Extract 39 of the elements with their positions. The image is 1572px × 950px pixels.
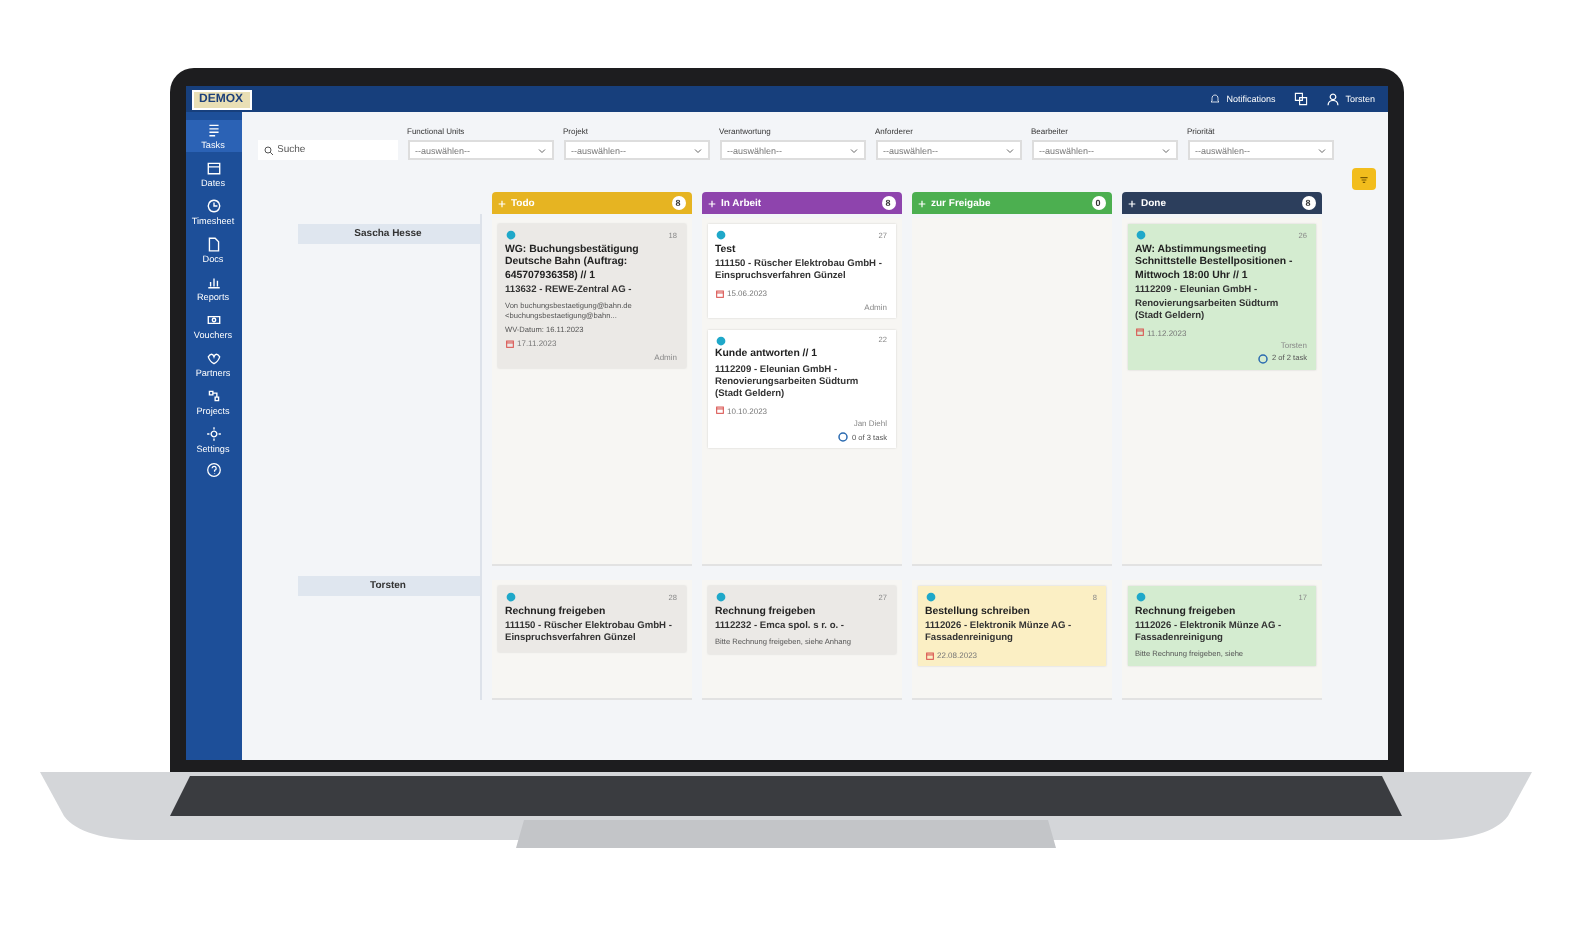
progress-ring-icon — [1258, 353, 1269, 364]
search-icon — [263, 145, 273, 155]
screens-icon[interactable] — [1293, 92, 1308, 106]
chevron-down-icon — [537, 147, 545, 153]
plus-icon[interactable] — [1127, 199, 1135, 207]
progress-ring-icon — [838, 432, 849, 443]
heart-icon — [205, 350, 221, 366]
filter-icon — [1357, 173, 1369, 185]
chevron-down-icon — [693, 147, 701, 153]
list-icon — [205, 122, 221, 138]
status-dot-icon — [505, 230, 515, 240]
plus-icon[interactable] — [707, 199, 715, 207]
status-dot-icon — [1135, 592, 1145, 602]
help-icon[interactable] — [205, 462, 221, 478]
status-dot-icon — [505, 592, 515, 602]
status-dot-icon — [715, 230, 725, 240]
chart-icon — [205, 274, 221, 290]
clock-icon — [205, 198, 221, 214]
calendar-icon — [715, 406, 723, 415]
gear-icon — [205, 426, 221, 442]
calendar-icon — [1135, 328, 1143, 337]
status-dot-icon — [1135, 230, 1145, 240]
status-dot-icon — [715, 335, 725, 346]
filter-button[interactable] — [1351, 168, 1375, 190]
status-dot-icon — [715, 592, 725, 602]
hierarchy-icon — [205, 388, 221, 404]
chevron-down-icon — [849, 147, 857, 153]
document-icon — [205, 236, 221, 252]
banknote-icon — [205, 312, 221, 328]
chevron-down-icon — [1161, 147, 1169, 153]
bell-icon[interactable] — [1210, 94, 1221, 104]
calendar-icon — [715, 289, 723, 297]
calendar-icon — [205, 160, 221, 176]
calendar-icon — [925, 651, 933, 659]
calendar-icon — [505, 339, 513, 348]
status-dot-icon — [925, 592, 935, 602]
chevron-down-icon — [1317, 147, 1325, 153]
chevron-down-icon — [1005, 147, 1013, 153]
user-icon[interactable] — [1325, 92, 1340, 106]
